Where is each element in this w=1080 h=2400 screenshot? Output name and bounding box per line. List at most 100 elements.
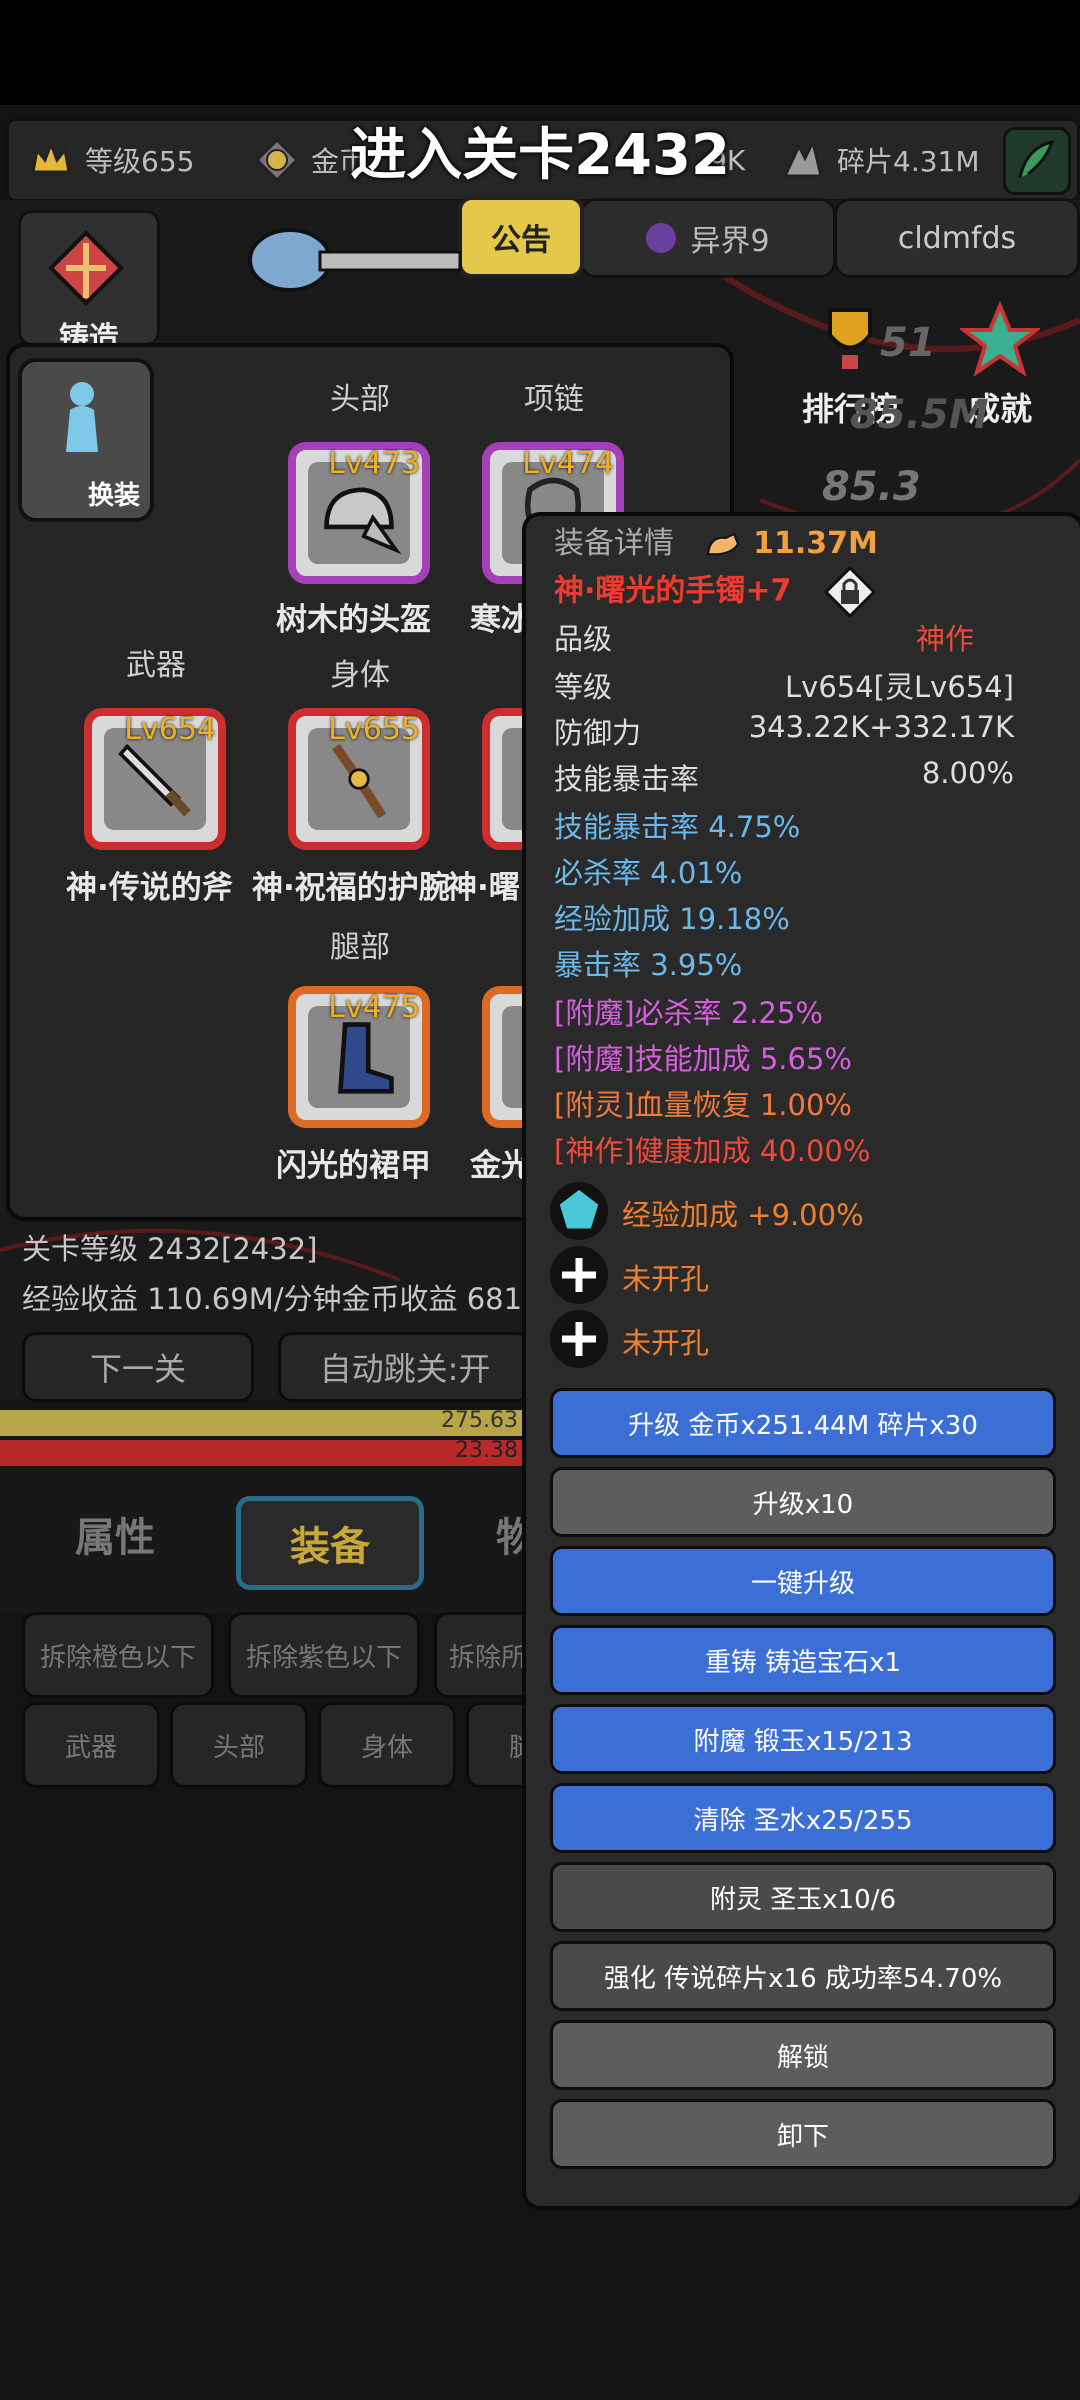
tab-equipment-label: 装备 <box>290 1524 370 1570</box>
gem-socket[interactable] <box>550 1182 608 1240</box>
filter-head-button[interactable]: 头部 <box>170 1702 308 1788</box>
unlock-button[interactable]: 解锁 <box>550 2020 1056 2090</box>
affix-line: [附魔]技能加成 5.65% <box>554 1042 852 1076</box>
level-label: 等级 <box>554 670 613 704</box>
equip-slot-head[interactable]: Lv473 <box>288 442 430 584</box>
slot-level: Lv475 <box>328 990 420 1025</box>
unequip-button[interactable]: 卸下 <box>550 2099 1056 2169</box>
upgrade-x10-button[interactable]: 升级x10 <box>550 1467 1056 1537</box>
tab-otherworld[interactable]: 异界9 <box>580 198 836 278</box>
filter-body-button[interactable]: 身体 <box>318 1702 456 1788</box>
tab-equipment[interactable]: 装备 <box>236 1496 424 1590</box>
slot-level: Lv655 <box>328 712 420 747</box>
tab-attributes[interactable]: 属性 <box>40 1505 190 1563</box>
socket-text: 未开孔 <box>622 1326 710 1360</box>
upgrade-label: 升级 金币x251.44M 碎片x30 <box>628 1410 978 1441</box>
defense-row: 防御力 343.22K+332.17K <box>554 710 1054 752</box>
enchant-label: 附魔 锻玉x15/213 <box>693 1726 913 1757</box>
key-icon <box>248 228 462 292</box>
grade-label: 品级 <box>554 622 613 656</box>
grade-value: 神作 <box>915 622 974 656</box>
change-outfit-button[interactable]: 换装 <box>18 358 154 522</box>
filter-weapon-button[interactable]: 武器 <box>22 1702 160 1788</box>
unequip-label: 卸下 <box>776 2121 829 2152</box>
affix-line: 必杀率 4.01% <box>554 856 743 890</box>
slot-level: Lv474 <box>522 446 614 481</box>
detail-power: 11.37M <box>753 526 878 561</box>
detail-item-name-label: 神·曙光的手镯+7 <box>554 573 792 609</box>
slot-label-legs: 腿部 <box>330 930 390 965</box>
spirit-attach-label: 附灵 圣玉x10/6 <box>709 1884 897 1915</box>
username-tab[interactable]: cldmfds <box>834 198 1080 278</box>
star-icon <box>958 300 1042 377</box>
lock-icon[interactable] <box>822 564 878 620</box>
damage-number: 85.5M <box>850 392 989 438</box>
spirit-attach-button[interactable]: 附灵 圣玉x10/6 <box>550 1862 1056 1932</box>
notice-button[interactable]: 公告 <box>458 196 584 278</box>
item-name: 树木的头盔 <box>276 602 431 638</box>
upgrade-button[interactable]: 升级 金币x251.44M 碎片x30 <box>550 1388 1056 1458</box>
next-stage-label: 下一关 <box>89 1350 186 1388</box>
enhance-button[interactable]: 强化 传说碎片x16 成功率54.70% <box>550 1941 1056 2011</box>
next-stage-button[interactable]: 下一关 <box>22 1332 254 1402</box>
plus-icon <box>562 1322 596 1356</box>
skill-crit-row: 技能暴击率 8.00% <box>554 756 1054 798</box>
defense-value: 343.22K+332.17K <box>748 710 1014 744</box>
grade-row: 品级 神作 <box>554 616 1054 658</box>
dismantle-all-label: 拆除所 <box>449 1642 528 1673</box>
affix-line: [神作]健康加成 40.00% <box>554 1134 871 1168</box>
equip-slot-body[interactable]: Lv655 <box>288 708 430 850</box>
dismantle-orange-button[interactable]: 拆除橙色以下 <box>22 1612 214 1698</box>
skill-crit-label: 技能暴击率 <box>554 762 700 796</box>
dismantle-orange-label: 拆除橙色以下 <box>39 1642 196 1673</box>
affix-line: 技能暴击率 4.75% <box>554 810 801 844</box>
slot-label-body: 身体 <box>330 658 390 693</box>
auto-skip-button[interactable]: 自动跳关:开 <box>278 1332 532 1402</box>
one-click-upgrade-label: 一键升级 <box>750 1568 855 1599</box>
item-name: 神·祝福的护腕 <box>252 870 450 906</box>
empty-socket[interactable] <box>550 1246 608 1304</box>
skill-crit-value: 8.00% <box>921 756 1014 790</box>
detail-header-label: 装备详情 <box>554 526 674 561</box>
item-name: 神·传说的斧 <box>66 870 233 906</box>
strength-icon <box>704 530 744 560</box>
dismantle-purple-button[interactable]: 拆除紫色以下 <box>228 1612 420 1698</box>
affix-line: [附魔]必杀率 2.25% <box>554 996 823 1030</box>
exp-bar: 275.63 <box>0 1408 522 1436</box>
username-label: cldmfds <box>897 220 1017 256</box>
affix-line: 经验加成 19.18% <box>554 902 790 936</box>
status-bar-area <box>0 0 1080 105</box>
level-row: 等级 Lv654[灵Lv654] <box>554 664 1054 706</box>
detail-item-name: 神·曙光的手镯+7 <box>554 564 1054 620</box>
enchant-button[interactable]: 附魔 锻玉x15/213 <box>550 1704 1056 1774</box>
otherworld-label: 异界9 <box>690 224 770 259</box>
cast-icon <box>48 230 124 306</box>
slot-label-weapon: 武器 <box>126 648 186 683</box>
slot-label-head: 头部 <box>330 382 390 417</box>
unlock-label: 解锁 <box>776 2042 829 2073</box>
socket-text: 未开孔 <box>622 1262 710 1296</box>
stage-toast: 进入关卡2432 <box>350 123 730 188</box>
person-icon <box>66 382 98 452</box>
stage-level-text: 关卡等级 2432[2432] <box>22 1232 318 1266</box>
hp-bar: 23.38 <box>0 1438 522 1466</box>
slot-label-necklace: 项链 <box>524 382 584 417</box>
item-name: 闪光的裙甲 <box>276 1148 431 1184</box>
detail-header: 装备详情 11.37M <box>554 518 1054 562</box>
upgrade-x10-label: 升级x10 <box>752 1489 854 1520</box>
slot-level: Lv473 <box>328 446 420 481</box>
cast-button[interactable]: 铸造 <box>18 210 160 356</box>
one-click-upgrade-button[interactable]: 一键升级 <box>550 1546 1056 1616</box>
reforge-button[interactable]: 重铸 铸造宝石x1 <box>550 1625 1056 1695</box>
plus-icon <box>562 1258 596 1292</box>
empty-socket[interactable] <box>550 1310 608 1368</box>
filter-head-label: 头部 <box>212 1732 265 1763</box>
filter-body-label: 身体 <box>360 1732 413 1763</box>
socket-text: 经验加成 +9.00% <box>622 1198 864 1232</box>
equip-slot-legs[interactable]: Lv475 <box>288 986 430 1128</box>
clear-button[interactable]: 清除 圣水x25/255 <box>550 1783 1056 1853</box>
portal-icon <box>646 223 677 253</box>
equip-slot-weapon[interactable]: Lv654 <box>84 708 226 850</box>
change-outfit-label: 换装 <box>87 481 140 511</box>
enhance-label: 强化 传说碎片x16 成功率54.70% <box>603 1963 1003 1994</box>
